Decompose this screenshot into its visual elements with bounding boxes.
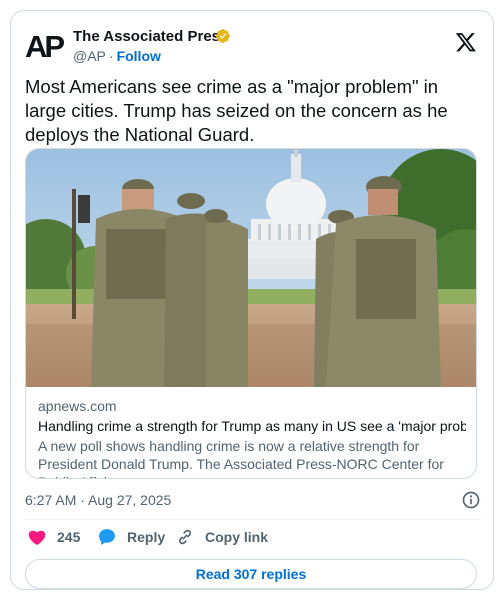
link-preview-card[interactable]: apnews.com Handling crime a strength for… xyxy=(25,148,477,479)
timestamp-row: 6:27 AM · Aug 27, 2025 xyxy=(25,489,481,511)
action-bar: 245 Reply Copy link xyxy=(25,523,481,549)
reply-label: Reply xyxy=(127,529,166,545)
read-replies-button[interactable]: Read 307 replies xyxy=(25,559,477,589)
like-count: 245 xyxy=(57,529,81,545)
copy-link-button[interactable]: Copy link xyxy=(175,525,268,549)
reply-button[interactable]: Reply xyxy=(97,525,165,549)
reply-bubble-icon xyxy=(99,529,115,545)
link-description: A new poll shows handling crime is now a… xyxy=(38,438,444,478)
info-icon[interactable] xyxy=(461,490,481,510)
divider xyxy=(25,519,481,520)
tweet-timestamp[interactable]: 6:27 AM · Aug 27, 2025 xyxy=(25,492,171,508)
author-handle[interactable]: @AP xyxy=(73,48,106,64)
x-logo-icon[interactable] xyxy=(455,31,477,53)
link-headline[interactable]: Handling crime a strength for Trump as m… xyxy=(38,417,466,435)
separator-dot: · xyxy=(108,48,114,64)
like-button[interactable]: 245 xyxy=(27,525,80,549)
copy-link-label: Copy link xyxy=(205,529,269,545)
tweet-text: Most Americans see crime as a "major pro… xyxy=(25,76,448,145)
handle-row: @AP · Follow xyxy=(73,47,161,65)
follow-button[interactable]: Follow xyxy=(117,48,161,64)
link-chain-icon xyxy=(179,529,191,545)
link-meta: apnews.com Handling crime a strength for… xyxy=(38,397,466,478)
ap-logo-avatar[interactable]: AP xyxy=(25,27,65,67)
heart-icon xyxy=(28,530,46,545)
author-name[interactable]: The Associated Press xyxy=(73,28,228,46)
tweet-header: AP The Associated Press @AP · Follow xyxy=(25,25,479,71)
link-domain: apnews.com xyxy=(38,398,117,414)
tweet-card: AP The Associated Press @AP · Follow Most … xyxy=(10,10,494,590)
photo-soldiers-capitol-icon[interactable] xyxy=(26,149,477,387)
verified-badge-icon xyxy=(215,29,230,43)
